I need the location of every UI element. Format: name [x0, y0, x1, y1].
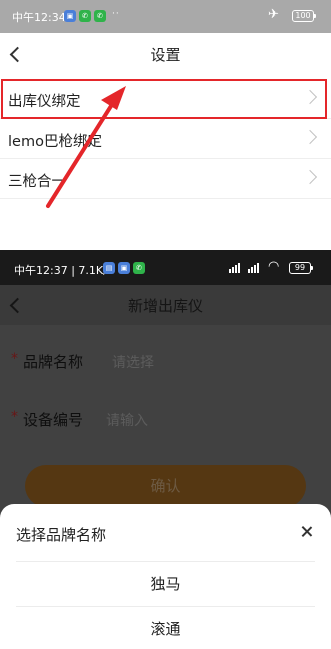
status-time: 中午12:34	[12, 11, 66, 24]
device-number-field[interactable]: * 设备编号 请输入	[0, 395, 331, 445]
brand-label: 品牌名称	[23, 353, 84, 371]
chevron-right-icon	[302, 169, 318, 185]
header: 设置	[0, 33, 331, 75]
settings-screen: 中午12:34 ▣ ✆ ✆ ·· ✈ 100 设置 出库仪绑定 lemo巴枪绑定…	[0, 0, 331, 245]
status-bar: 中午12:34 ▣ ✆ ✆ ·· ✈ 100	[0, 0, 331, 33]
device-label: 设备编号	[23, 411, 84, 429]
close-icon[interactable]	[299, 524, 315, 540]
chevron-right-icon	[302, 129, 318, 145]
page-title: 新增出库仪	[127, 297, 203, 315]
settings-item-lemo-scanner-binding[interactable]: lemo巴枪绑定	[0, 119, 331, 159]
picker-title: 选择品牌名称	[16, 526, 107, 544]
settings-item-label: 三枪合一	[8, 174, 66, 190]
brand-select-field[interactable]: * 品牌名称 请选择	[0, 337, 331, 387]
brand-picker-sheet: 选择品牌名称 独马 滚通	[0, 504, 331, 649]
airplane-mode-icon: ✈	[268, 7, 279, 22]
settings-item-outbound-device-binding[interactable]: 出库仪绑定	[0, 79, 331, 119]
phone-icon: ✆	[94, 10, 106, 22]
battery-icon: 99	[289, 262, 313, 274]
divider	[16, 606, 315, 607]
message-icon: ▤	[103, 262, 115, 274]
divider	[16, 561, 315, 562]
wechat-icon: ✆	[79, 10, 91, 22]
wifi-icon: ◠	[268, 259, 280, 274]
page-title: 设置	[150, 46, 181, 64]
brand-placeholder: 请选择	[112, 355, 154, 371]
device-placeholder: 请输入	[106, 413, 148, 429]
status-bar: 中午12:37 | 7.1K/s ▤ ▣ ✆ ◠ 99	[0, 250, 331, 285]
settings-item-three-in-one[interactable]: 三枪合一	[0, 159, 331, 199]
divider	[0, 198, 331, 199]
nfc-pay-icon: ▣	[118, 262, 130, 274]
picker-option[interactable]: 独马	[0, 564, 331, 604]
settings-item-label: 出库仪绑定	[8, 94, 81, 110]
required-mark: *	[11, 409, 18, 425]
chevron-right-icon	[302, 89, 318, 105]
required-mark: *	[11, 351, 18, 367]
signal-icon	[248, 263, 259, 273]
signal-icon	[229, 263, 240, 273]
picker-option[interactable]: 滚通	[0, 609, 331, 649]
header: 新增出库仪	[0, 285, 331, 325]
status-time: 中午12:37 | 7.1K/s	[14, 264, 113, 277]
settings-item-label: lemo巴枪绑定	[8, 134, 102, 150]
wechat-icon: ✆	[133, 262, 145, 274]
confirm-button[interactable]: 确认	[25, 465, 306, 507]
more-notifications-icon: ··	[112, 9, 120, 19]
battery-icon: 100	[292, 10, 316, 22]
add-outbound-device-screen: 中午12:37 | 7.1K/s ▤ ▣ ✆ ◠ 99 新增出库仪 * 品牌名称…	[0, 250, 331, 649]
nfc-pay-icon: ▣	[64, 10, 76, 22]
